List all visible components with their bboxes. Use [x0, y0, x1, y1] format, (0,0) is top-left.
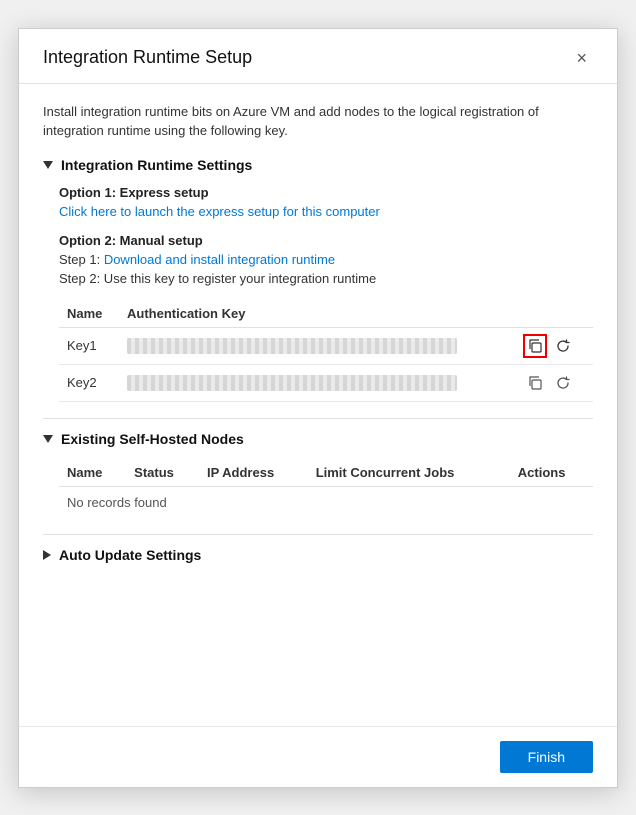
step1-prefix: Step 1:	[59, 252, 104, 267]
option2-block: Option 2: Manual setup Step 1: Download …	[59, 233, 593, 286]
key2-row: Key2	[59, 364, 593, 401]
section-divider-2	[43, 534, 593, 535]
no-records-text: No records found	[59, 486, 593, 518]
autoupdate-section-header[interactable]: Auto Update Settings	[43, 547, 593, 563]
close-button[interactable]: ×	[570, 47, 593, 69]
nodes-no-records-row: No records found	[59, 486, 593, 518]
key1-name: Key1	[59, 327, 119, 364]
key1-row: Key1	[59, 327, 593, 364]
nodes-section-title: Existing Self-Hosted Nodes	[61, 431, 244, 447]
runtime-settings-title: Integration Runtime Settings	[61, 157, 252, 173]
expand-triangle-nodes	[43, 435, 53, 443]
key1-refresh-button[interactable]	[551, 334, 575, 358]
step2-text: Step 2: Use this key to register your in…	[59, 271, 593, 286]
key1-actions	[515, 327, 593, 364]
modal-header: Integration Runtime Setup ×	[19, 29, 617, 84]
nodes-table: Name Status IP Address Limit Concurrent …	[59, 459, 593, 518]
step1-text: Step 1: Download and install integration…	[59, 252, 593, 267]
nodes-section-header[interactable]: Existing Self-Hosted Nodes	[43, 431, 593, 447]
key2-value-blur	[127, 375, 457, 391]
key2-refresh-button[interactable]	[551, 371, 575, 395]
nodes-col-name: Name	[59, 459, 126, 487]
autoupdate-section-title: Auto Update Settings	[59, 547, 201, 563]
nodes-col-ip: IP Address	[199, 459, 308, 487]
key2-name: Key2	[59, 364, 119, 401]
express-setup-link[interactable]: Click here to launch the express setup f…	[59, 204, 380, 219]
key2-actions	[515, 364, 593, 401]
keys-table: Name Authentication Key Key1	[59, 300, 593, 402]
runtime-settings-section-header[interactable]: Integration Runtime Settings	[43, 157, 593, 173]
nodes-col-limit: Limit Concurrent Jobs	[308, 459, 510, 487]
finish-button[interactable]: Finish	[500, 741, 593, 773]
expand-triangle-autoupdate	[43, 550, 51, 560]
modal-dialog: Integration Runtime Setup × Install inte…	[18, 28, 618, 788]
key2-value-cell	[119, 364, 515, 401]
col-name: Name	[59, 300, 119, 328]
key2-copy-button[interactable]	[523, 371, 547, 395]
key1-value-blur	[127, 338, 457, 354]
modal-title: Integration Runtime Setup	[43, 47, 252, 68]
modal-footer: Finish	[19, 726, 617, 787]
key1-copy-button[interactable]	[523, 334, 547, 358]
key1-value-cell	[119, 327, 515, 364]
option2-label: Option 2: Manual setup	[59, 233, 593, 248]
option1-label: Option 1: Express setup	[59, 185, 593, 200]
expand-triangle-runtime	[43, 161, 53, 169]
modal-body: Install integration runtime bits on Azur…	[19, 84, 617, 726]
col-auth-key: Authentication Key	[119, 300, 515, 328]
nodes-col-actions: Actions	[510, 459, 593, 487]
download-link[interactable]: Download and install integration runtime	[104, 252, 335, 267]
nodes-col-status: Status	[126, 459, 199, 487]
section-divider-1	[43, 418, 593, 419]
intro-text: Install integration runtime bits on Azur…	[43, 102, 593, 141]
option1-block: Option 1: Express setup Click here to la…	[59, 185, 593, 219]
nodes-section-content: Name Status IP Address Limit Concurrent …	[43, 459, 593, 518]
runtime-settings-content: Option 1: Express setup Click here to la…	[43, 185, 593, 402]
